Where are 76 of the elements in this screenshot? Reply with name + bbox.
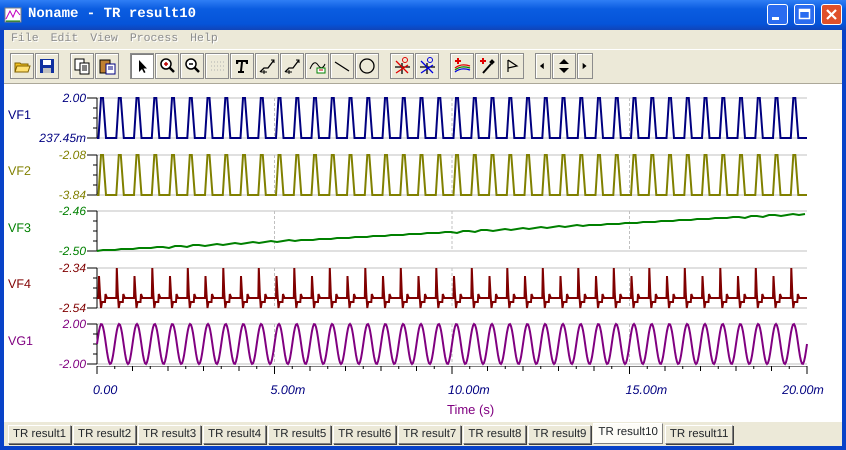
axis-value: 2.00 <box>62 318 86 330</box>
trace-name: VF1 <box>8 106 31 124</box>
axis-tick-label: 0.00 <box>93 383 118 398</box>
window-title: Noname - TR result10 <box>28 5 196 24</box>
tab[interactable]: TR result9 <box>528 425 592 444</box>
axis-value: 2.00 <box>62 92 86 104</box>
zoom-in-icon <box>158 57 176 76</box>
cursor-button[interactable] <box>415 53 439 80</box>
tab[interactable]: TR result4 <box>203 425 266 444</box>
trace-name: VG1 <box>8 332 34 350</box>
close-button[interactable] <box>821 4 842 26</box>
maximize-button[interactable] <box>794 4 815 26</box>
tab[interactable]: TR result11 <box>664 425 734 444</box>
tab[interactable]: TR result5 <box>268 425 332 444</box>
axis-tick-label: 5.00m <box>270 383 306 398</box>
trace-name: VF4 <box>8 276 31 294</box>
curve-button[interactable] <box>305 53 329 80</box>
text-button[interactable] <box>230 53 254 80</box>
axis-value: -2.08 <box>58 148 86 161</box>
minimize-button[interactable] <box>767 4 788 26</box>
text-icon <box>233 57 251 76</box>
tab[interactable]: TR result2 <box>73 425 136 444</box>
line-button[interactable] <box>330 53 354 80</box>
marker-button[interactable] <box>255 53 279 80</box>
paste-icon <box>98 57 116 76</box>
tab[interactable]: TR result6 <box>333 425 396 444</box>
flag-button[interactable] <box>500 53 524 80</box>
y-axis <box>86 324 98 365</box>
marker-icon <box>258 57 276 76</box>
pointer-button[interactable] <box>130 53 154 80</box>
probe-icon <box>478 57 496 76</box>
y-axis <box>86 267 98 308</box>
tab[interactable]: TR result1 <box>8 425 72 444</box>
cursor-button[interactable] <box>390 53 414 80</box>
probe-button[interactable] <box>475 53 499 80</box>
y-axis <box>86 154 98 196</box>
axis-value: -2.54 <box>58 302 86 314</box>
axis-value: -2.34 <box>58 262 86 274</box>
axis-value: -2.00 <box>58 358 86 370</box>
axis-value: -2.46 <box>58 205 86 218</box>
y-axis <box>86 210 98 252</box>
add-trace-icon <box>453 57 471 76</box>
copy-icon <box>73 57 91 76</box>
copy-button[interactable] <box>70 53 94 80</box>
axis-tick-label: 20.00m <box>782 383 824 398</box>
trace-name: VF3 <box>8 220 31 237</box>
y-axis <box>86 98 98 139</box>
app-icon <box>4 6 22 23</box>
tab[interactable]: TR result10 <box>593 423 663 444</box>
marker-icon <box>283 57 301 76</box>
add-trace-button[interactable] <box>450 53 474 80</box>
marker-button[interactable] <box>280 53 304 80</box>
tab[interactable]: TR result8 <box>463 425 526 444</box>
axis-tick-label: 15.00m <box>626 383 668 398</box>
zoom-out-button[interactable] <box>180 53 204 80</box>
circle-icon <box>358 57 376 76</box>
trace-name: VF2 <box>8 163 31 180</box>
paste-button[interactable] <box>95 53 119 80</box>
axis-value: -2.50 <box>58 245 86 258</box>
zoom-in-button[interactable] <box>155 53 179 80</box>
circle-button[interactable] <box>355 53 379 80</box>
tab[interactable]: TR result3 <box>138 425 202 444</box>
axis-value: -3.84 <box>58 188 86 201</box>
cursor-icon <box>418 57 436 76</box>
folder-button[interactable] <box>10 53 34 80</box>
minimize-icon <box>772 17 778 20</box>
axis-title: Time (s) <box>447 402 494 418</box>
up-down-arrow-button[interactable] <box>552 53 576 80</box>
floppy-disk-button[interactable] <box>35 53 59 80</box>
left-arrow-button[interactable] <box>535 53 551 80</box>
cursor-icon <box>393 57 411 76</box>
axis-value: 237.45m <box>39 132 86 144</box>
tab[interactable]: TR result7 <box>398 425 462 444</box>
axis-tick-label: 10.00m <box>448 383 490 398</box>
right-arrow-button[interactable] <box>577 53 593 80</box>
zoom-out-icon <box>183 57 201 76</box>
